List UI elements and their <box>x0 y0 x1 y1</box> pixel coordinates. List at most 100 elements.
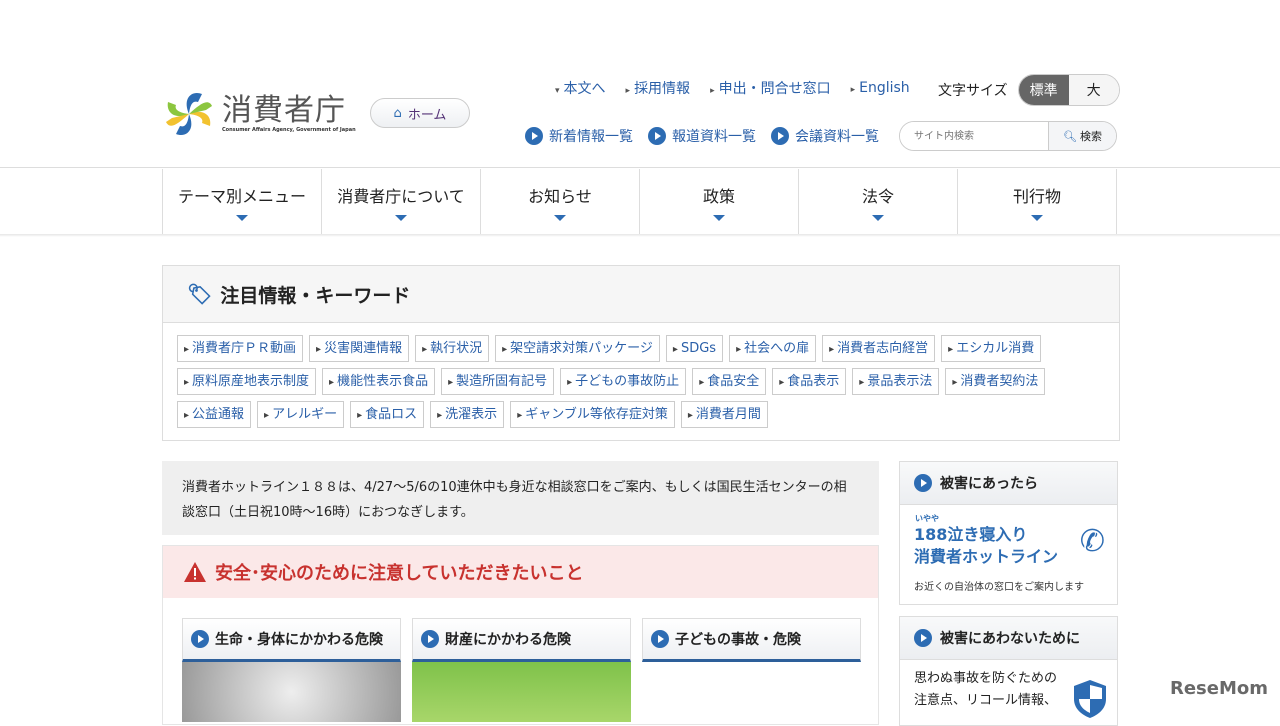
keyword-tag[interactable]: 製造所固有記号 <box>441 368 555 395</box>
keyword-tags: 消費者庁ＰＲ動画災害関連情報執行状況架空請求対策パッケージSDGs社会への扉消費… <box>163 323 1119 440</box>
search-icon: 🔍︎ <box>1062 131 1077 143</box>
search-button-label: 検索 <box>1080 131 1103 143</box>
card-property-danger[interactable]: 財産にかかわる危険 <box>412 618 631 722</box>
logo-subtitle: Consumer Affairs Agency, Government of J… <box>222 127 356 133</box>
link-label: 会議資料一覧 <box>795 129 879 145</box>
keyword-tag[interactable]: 社会への扉 <box>729 335 817 362</box>
keyword-tag[interactable]: 消費者契約法 <box>945 368 1046 395</box>
keyword-tag[interactable]: 消費者志向経営 <box>822 335 936 362</box>
play-circle-icon <box>914 474 932 492</box>
caret-down-icon <box>713 214 725 221</box>
side-box-title: 被害にあったら <box>940 476 1038 492</box>
link-meetings[interactable]: 会議資料一覧 <box>771 126 879 146</box>
card-title: 生命・身体にかかわる危険 <box>215 632 383 648</box>
keyword-tag[interactable]: 消費者月間 <box>680 401 768 428</box>
card-image <box>182 662 401 722</box>
top-links: 本文へ 採用情報 申出・問合せ窓口 English <box>555 78 910 98</box>
keyword-tag[interactable]: アレルギー <box>257 401 345 428</box>
logo-title: 消費者庁 <box>222 93 346 128</box>
play-circle-icon <box>525 127 543 145</box>
card-child-accident[interactable]: 子どもの事故・危険 <box>642 618 861 722</box>
card-image <box>412 662 631 722</box>
keyword-tag[interactable]: 原料原産地表示制度 <box>177 368 317 395</box>
caret-down-icon <box>872 214 884 221</box>
keyword-tag[interactable]: 景品表示法 <box>852 368 940 395</box>
watermark-logo: ReseMom <box>1169 678 1268 699</box>
keyword-tag[interactable]: ギャンブル等依存症対策 <box>510 401 675 428</box>
ruby-text: いやや <box>915 514 939 523</box>
keyword-tag[interactable]: 食品表示 <box>772 368 847 395</box>
shield-icon <box>1074 680 1106 718</box>
nav-divider <box>0 234 1280 237</box>
phone-icon: ✆ <box>1079 524 1105 559</box>
warning-icon <box>184 562 206 582</box>
keyword-tag[interactable]: 子どもの事故防止 <box>560 368 687 395</box>
keyword-tag[interactable]: SDGs <box>665 335 724 362</box>
keyword-tag[interactable]: 災害関連情報 <box>309 335 410 362</box>
font-size-large-button[interactable]: 大 <box>1068 75 1119 105</box>
sub-links: 新着情報一覧 報道資料一覧 会議資料一覧 <box>525 126 879 146</box>
nav-about[interactable]: 消費者庁について <box>322 169 481 234</box>
nav-label: 政策 <box>702 186 735 206</box>
logo[interactable]: 消費者庁 Consumer Affairs Agency, Government… <box>162 88 356 140</box>
link-contact[interactable]: 申出・問合せ窓口 <box>710 78 831 98</box>
nav-policy[interactable]: 政策 <box>640 169 799 234</box>
home-button[interactable]: ⌂ ホーム <box>370 98 470 128</box>
play-circle-icon <box>648 127 666 145</box>
link-press[interactable]: 報道資料一覧 <box>648 126 756 146</box>
link-news[interactable]: 新着情報一覧 <box>525 126 633 146</box>
caret-down-icon <box>395 214 407 221</box>
play-circle-icon <box>914 629 932 647</box>
keywords-title: 注目情報・キーワード <box>220 284 411 307</box>
keyword-tag[interactable]: 公益通報 <box>177 401 252 428</box>
nav-news[interactable]: お知らせ <box>481 169 640 234</box>
card-image <box>642 662 861 722</box>
keyword-tag[interactable]: エシカル消費 <box>941 335 1042 362</box>
nav-label: お知らせ <box>528 186 592 206</box>
font-size-label: 文字サイズ <box>938 83 1008 99</box>
keyword-tag[interactable]: 執行状況 <box>415 335 490 362</box>
hotline-notice: 消費者ホットライン１８８は、4/27〜5/6の10連休中も身近な相談窓口をご案内… <box>162 461 879 535</box>
side-box-prevention[interactable]: 被害にあわないために 思わぬ事故を防ぐための 注意点、リコール情報、 <box>899 616 1118 726</box>
font-size-control: 文字サイズ 標準 大 <box>938 74 1120 106</box>
home-icon: ⌂ <box>393 105 402 121</box>
nav-label: 消費者庁について <box>337 186 465 206</box>
keyword-tag[interactable]: 食品ロス <box>350 401 425 428</box>
link-english[interactable]: English <box>851 80 910 96</box>
search-button[interactable]: 🔍︎ 検索 <box>1048 122 1116 150</box>
side-box-damage[interactable]: 被害にあったら いやや 188泣き寝入り 消費者ホットライン ✆ お近くの自治体… <box>899 461 1118 605</box>
hotline-subtext: お近くの自治体の窓口をご案内します <box>914 582 1084 593</box>
safety-section: 安全･安心のために注意していただきたいこと 生命・身体にかかわる危険 財産にかか… <box>162 545 879 725</box>
card-title: 子どもの事故・危険 <box>675 632 801 648</box>
keyword-tag[interactable]: 食品安全 <box>692 368 767 395</box>
safety-title: 安全･安心のために注意していただきたいこと <box>215 563 584 584</box>
tag-icon: 🏷︎ <box>187 282 213 306</box>
nav-law[interactable]: 法令 <box>799 169 958 234</box>
font-size-standard-button[interactable]: 標準 <box>1018 75 1069 105</box>
keyword-tag[interactable]: 洗濯表示 <box>430 401 505 428</box>
search-input[interactable] <box>900 122 1048 150</box>
link-label: 報道資料一覧 <box>672 129 756 145</box>
nav-publications[interactable]: 刊行物 <box>958 169 1117 234</box>
keyword-tag[interactable]: 架空請求対策パッケージ <box>495 335 660 362</box>
card-title: 財産にかかわる危険 <box>445 632 571 648</box>
home-label: ホーム <box>407 107 447 123</box>
caret-down-icon <box>554 214 566 221</box>
nav-label: 刊行物 <box>1012 186 1061 206</box>
main-nav: テーマ別メニュー 消費者庁について お知らせ 政策 法令 刊行物 <box>162 169 1117 234</box>
link-recruit[interactable]: 採用情報 <box>626 78 690 98</box>
play-circle-icon <box>191 630 209 648</box>
link-skip-to-content[interactable]: 本文へ <box>555 78 606 98</box>
keyword-tag[interactable]: 消費者庁ＰＲ動画 <box>177 335 304 362</box>
play-circle-icon <box>651 630 669 648</box>
nav-label: 法令 <box>861 186 894 206</box>
card-life-danger[interactable]: 生命・身体にかかわる危険 <box>182 618 401 722</box>
logo-icon <box>166 92 212 136</box>
search-form: 🔍︎ 検索 <box>899 121 1117 151</box>
nav-theme-menu[interactable]: テーマ別メニュー <box>163 169 322 234</box>
play-circle-icon <box>771 127 789 145</box>
side-box-title: 被害にあわないために <box>940 631 1080 647</box>
keyword-tag[interactable]: 機能性表示食品 <box>322 368 436 395</box>
link-label: 新着情報一覧 <box>549 129 633 145</box>
play-circle-icon <box>421 630 439 648</box>
